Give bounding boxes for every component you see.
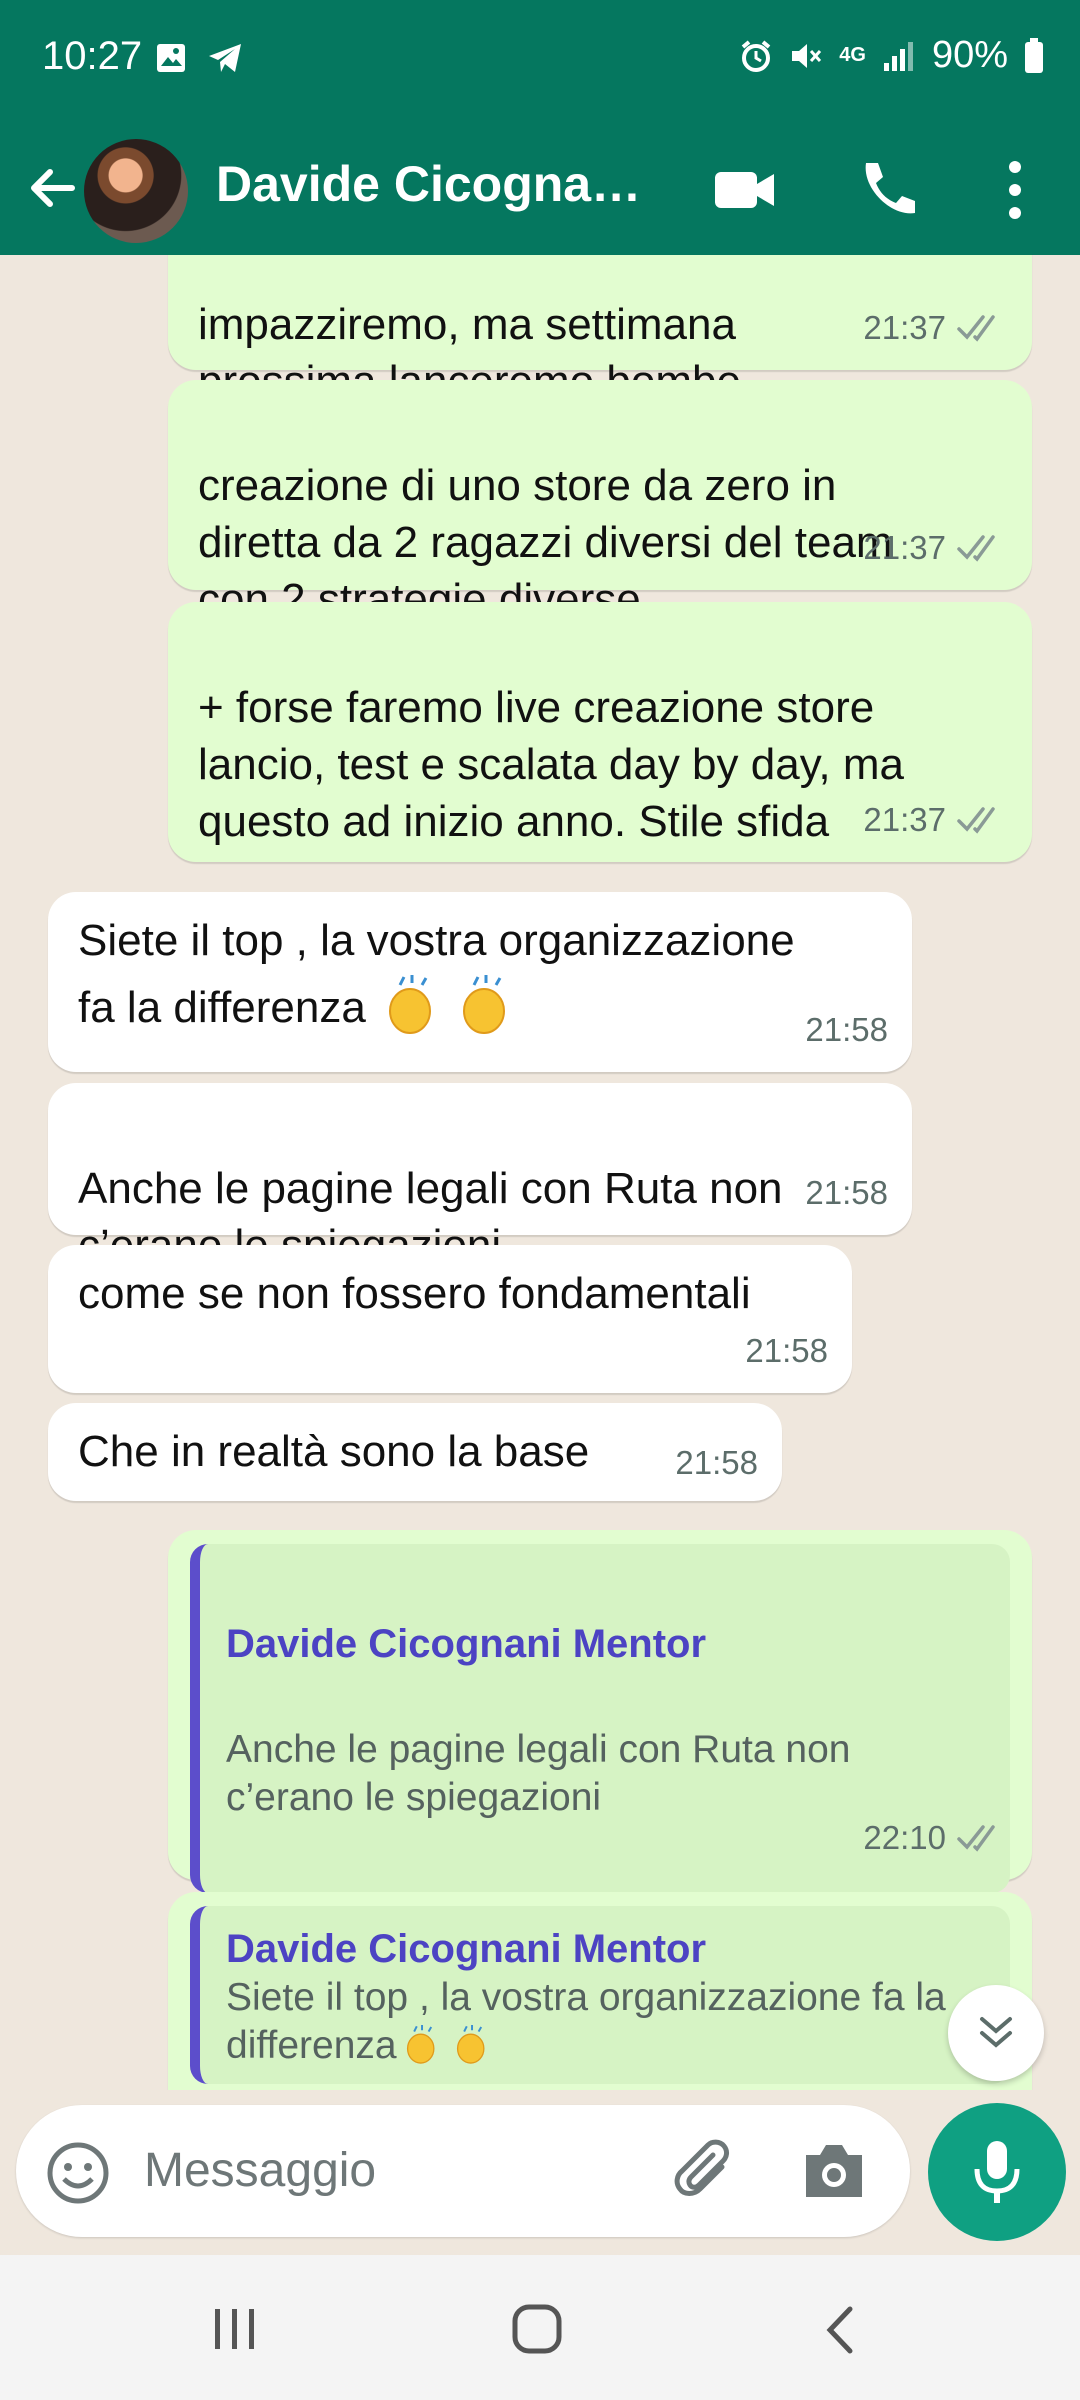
message-text: Che in realtà sono la base	[78, 1427, 590, 1476]
back-arrow-icon[interactable]	[22, 158, 82, 218]
quoted-message[interactable]: Davide Cicognani Mentor Siete il top , l…	[190, 1906, 1010, 2084]
message-time: 21:58	[805, 1174, 888, 1211]
message-composer: Messaggio	[16, 2105, 910, 2237]
alarm-icon	[741, 39, 771, 72]
double-check-icon	[957, 534, 995, 562]
quote-text-line-1: Siete il top , la vostra organizzazione …	[226, 1976, 946, 2019]
double-check-icon	[957, 1824, 995, 1852]
microphone-icon	[974, 2141, 1020, 2203]
quote-text: Anche le pagine legali con Ruta non c’er…	[226, 1728, 851, 1819]
double-check-icon	[957, 314, 995, 342]
status-bar: 10:27 4G 90%	[0, 0, 1080, 125]
message-time: 21:37	[863, 309, 946, 346]
recent-apps-icon[interactable]	[205, 2305, 265, 2355]
contact-avatar[interactable]	[84, 139, 188, 243]
network-label: 4G	[839, 44, 866, 66]
double-check-icon	[957, 806, 995, 834]
double-chevron-down-icon	[980, 2017, 1012, 2048]
mute-icon	[792, 43, 822, 68]
quote-author: Davide Cicognani Mentor	[226, 1622, 707, 1666]
outgoing-message[interactable]: + forse faremo live creazione store lanc…	[168, 602, 1032, 862]
signal-icon	[883, 41, 913, 71]
clapping-hands-icon	[456, 2025, 485, 2064]
back-nav-icon[interactable]	[820, 2305, 860, 2355]
clapping-hands-icon	[388, 975, 431, 1034]
quote-text-line-2: differenza	[226, 2024, 397, 2067]
message-text-line-1: Siete il top , la vostra organizzazione	[78, 916, 795, 965]
more-options-icon[interactable]	[980, 155, 1050, 225]
voice-call-icon[interactable]	[852, 155, 922, 225]
emoji-icon[interactable]	[46, 2141, 110, 2205]
message-text: come se non fossero fondamentali	[78, 1269, 751, 1318]
battery-icon	[1025, 37, 1043, 73]
message-text: + forse faremo live creazione store lanc…	[198, 683, 904, 846]
message-time: 21:58	[745, 1332, 828, 1369]
system-navigation-bar	[0, 2255, 1080, 2400]
status-time: 10:27	[42, 34, 143, 78]
outgoing-message[interactable]: impazziremo, ma settimana prossima lance…	[168, 255, 1032, 406]
attach-icon[interactable]	[672, 2137, 742, 2207]
outgoing-reply-message[interactable]: Davide Cicognani Mentor Anche le pagine …	[168, 1530, 1032, 2005]
battery-percent: 90%	[931, 34, 1008, 76]
telegram-icon	[209, 44, 241, 72]
chat-header: Davide Cicognan…	[0, 125, 1080, 255]
scroll-to-bottom-button[interactable]	[948, 1985, 1044, 2081]
contact-name[interactable]: Davide Cicognan…	[216, 155, 666, 213]
camera-icon[interactable]	[800, 2139, 868, 2203]
outgoing-reply-message[interactable]: Davide Cicognani Mentor Siete il top , l…	[168, 1892, 1032, 2090]
quote-author: Davide Cicognani Mentor	[226, 1927, 707, 1971]
message-time: 21:58	[805, 1011, 888, 1048]
video-call-icon[interactable]	[710, 155, 780, 225]
voice-message-button[interactable]	[928, 2103, 1066, 2241]
message-time: 21:37	[863, 529, 946, 566]
home-icon[interactable]	[510, 2303, 566, 2357]
message-time: 21:37	[863, 801, 946, 838]
gallery-icon	[157, 44, 185, 72]
message-time: 22:10	[863, 1819, 946, 1856]
clapping-hands-icon	[406, 2025, 435, 2064]
message-input[interactable]: Messaggio	[144, 2143, 376, 2198]
incoming-message[interactable]: come se non fossero fondamentali 21:58	[48, 1245, 852, 1393]
incoming-message[interactable]: Anche le pagine legali con Ruta non c’er…	[48, 1083, 912, 1270]
outgoing-message[interactable]: creazione di uno store da zero in dirett…	[168, 380, 1032, 624]
incoming-message[interactable]: Siete il top , la vostra organizzazione …	[48, 892, 912, 1072]
message-text: creazione di uno store da zero in dirett…	[198, 461, 893, 624]
message-time: 21:58	[675, 1444, 758, 1481]
clapping-hands-icon	[462, 975, 505, 1034]
incoming-message[interactable]: Che in realtà sono la base 21:58	[48, 1403, 782, 1501]
chat-area[interactable]: impazziremo, ma settimana prossima lance…	[0, 255, 1080, 2090]
message-text-line-2: fa la differenza	[78, 982, 366, 1032]
